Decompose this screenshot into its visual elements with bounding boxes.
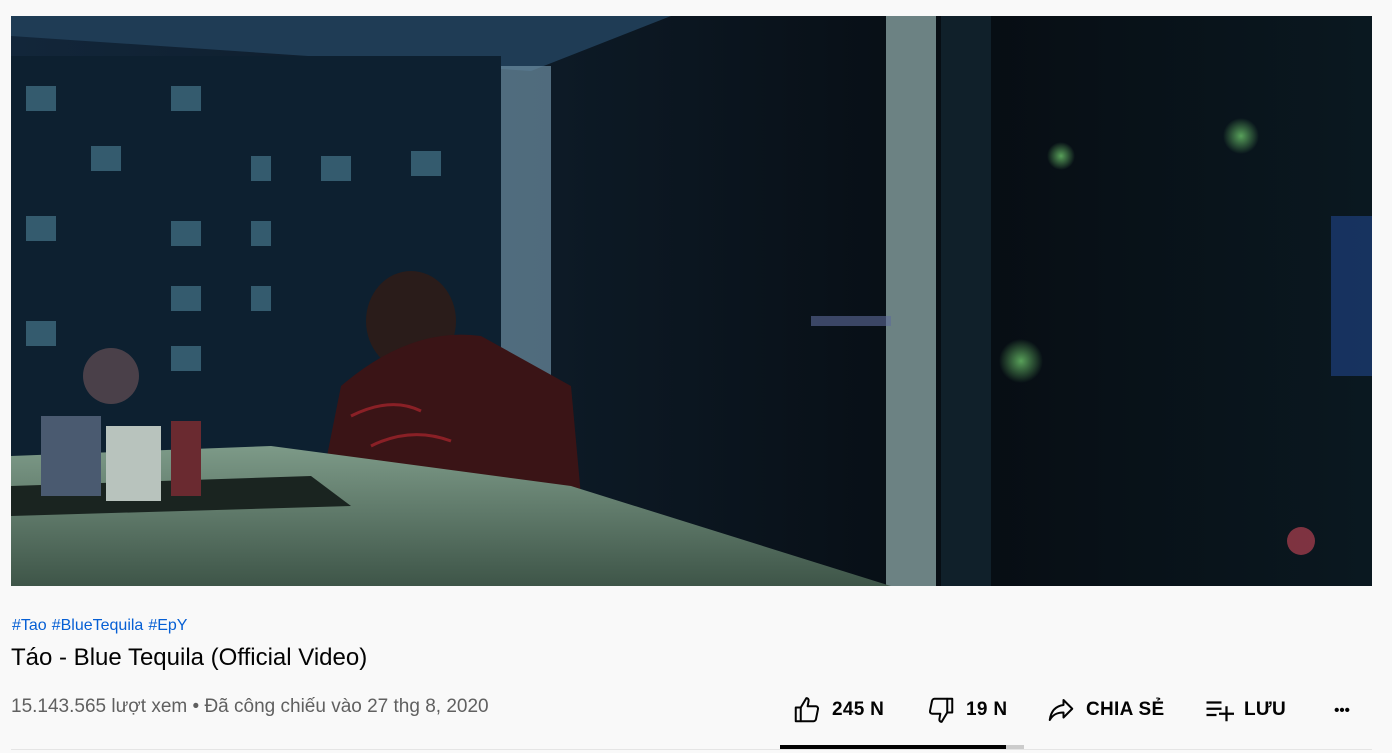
share-button[interactable]: CHIA SẺ [1046,695,1164,725]
video-title: Táo - Blue Tequila (Official Video) [11,644,368,671]
premiere-date: Đã công chiếu vào 27 thg 8, 2020 [204,696,489,717]
save-label: LƯU [1244,699,1286,720]
like-count: 245 N [832,699,885,720]
share-label: CHIA SẺ [1086,699,1165,720]
hashtag-link[interactable]: #BlueTequila [52,617,144,634]
video-frame [11,16,1372,586]
more-icon: ••• [1334,701,1350,719]
hashtag-link[interactable]: #EpY [148,617,187,634]
hashtag-link[interactable]: #Tao [12,617,47,634]
video-player[interactable] [11,16,1372,586]
dislike-button[interactable]: 19 N [926,695,1007,725]
thumbs-down-icon [926,695,956,725]
video-meta: 15.143.565 lượt xem • Đã công chiếu vào … [11,696,489,718]
share-arrow-icon [1046,695,1076,725]
dislike-count: 19 N [966,699,1008,720]
thumbs-up-icon [792,695,822,725]
divider [11,749,1372,750]
view-count: 15.143.565 lượt xem [11,696,188,717]
like-button[interactable]: 245 N [792,695,884,725]
action-bar: 245 N 19 N CHIA SẺ LƯU ••• [780,690,1370,730]
save-button[interactable]: LƯU [1204,695,1286,725]
more-actions-button[interactable]: ••• [1326,702,1358,719]
hashtag-list: #Tao #BlueTequila #EpY [12,617,192,635]
meta-separator: • [192,696,200,717]
playlist-add-icon [1204,695,1234,725]
